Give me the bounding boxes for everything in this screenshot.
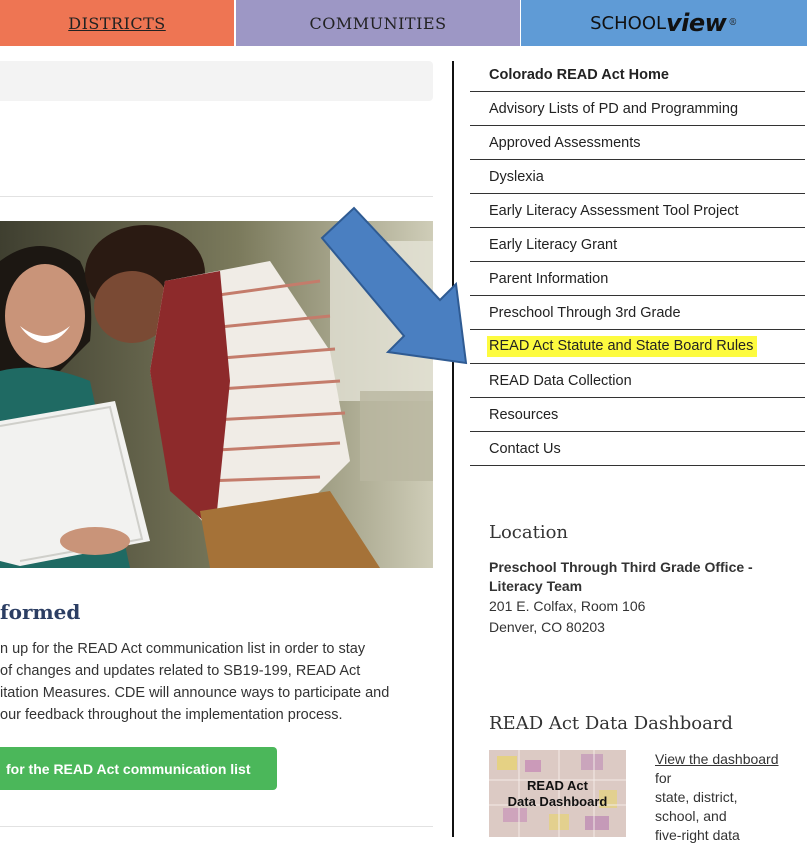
section-heading: formed	[0, 600, 81, 624]
sidebar-item-label: Dyslexia	[489, 168, 544, 185]
dashboard-desc-text: state, district,	[655, 789, 738, 805]
sidebar-item-statute-rules[interactable]: READ Act Statute and State Board Rules	[470, 330, 805, 364]
sidebar-item-label: Advisory Lists of PD and Programming	[489, 100, 739, 117]
sidebar-item-preschool[interactable]: Preschool Through 3rd Grade	[470, 296, 805, 330]
dashboard-desc-text: for	[655, 770, 672, 786]
sidebar-item-contact[interactable]: Contact Us	[470, 432, 805, 466]
tab-communities[interactable]: COMMUNITIES	[236, 0, 520, 46]
location-address-line: Denver, CO 80203	[489, 619, 605, 635]
hero-photo	[0, 221, 433, 568]
divider	[0, 826, 433, 827]
paragraph-line: our feedback throughout the implementati…	[0, 707, 343, 723]
sidebar-item-home[interactable]: Colorado READ Act Home	[470, 58, 805, 92]
dashboard-title: READ Act Data Dashboard	[489, 713, 733, 734]
sidebar-item-label: Colorado READ Act Home	[489, 66, 669, 83]
sidebar-item-data-collection[interactable]: READ Data Collection	[470, 364, 805, 398]
sidebar-item-parent-info[interactable]: Parent Information	[470, 262, 805, 296]
location-office: Preschool Through Third Grade Office - L…	[489, 559, 753, 594]
sidebar-item-label: Preschool Through 3rd Grade	[489, 304, 681, 321]
tab-districts[interactable]: DISTRICTS	[0, 0, 234, 46]
sidebar-item-label-highlighted: READ Act Statute and State Board Rules	[487, 336, 758, 357]
column-divider	[452, 61, 454, 837]
paragraph-line: n up for the READ Act communication list…	[0, 641, 366, 657]
dashboard-description: View the dashboard for state, district, …	[655, 750, 785, 845]
signup-button[interactable]: for the READ Act communication list	[0, 747, 277, 790]
schoolview-logo-prefix: SCHOOL	[590, 12, 667, 34]
registered-mark: ®	[728, 18, 738, 28]
sidebar-item-label: Approved Assessments	[489, 134, 641, 151]
sidebar-item-resources[interactable]: Resources	[470, 398, 805, 432]
paragraph-line: of changes and updates related to SB19-1…	[0, 663, 361, 679]
location-title: Location	[489, 522, 569, 543]
view-dashboard-link[interactable]: View the dashboard	[655, 751, 779, 767]
sidebar-item-assessment-tool[interactable]: Early Literacy Assessment Tool Project	[470, 194, 805, 228]
hero-photo-illustration	[0, 221, 433, 568]
sidebar-item-label: Contact Us	[489, 440, 561, 457]
dashboard-thumbnail-line: Data Dashboard	[507, 794, 608, 809]
dashboard-desc-text: five-right data	[655, 827, 740, 843]
sidebar-menu: Colorado READ Act Home Advisory Lists of…	[470, 58, 805, 466]
sidebar-item-label: Early Literacy Grant	[489, 236, 618, 253]
divider	[0, 196, 433, 197]
sidebar-item-label: READ Data Collection	[489, 372, 632, 389]
sidebar-item-literacy-grant[interactable]: Early Literacy Grant	[470, 228, 805, 262]
dashboard-desc-text: school, and	[655, 808, 727, 824]
sidebar-item-advisory-lists[interactable]: Advisory Lists of PD and Programming	[470, 92, 805, 126]
location-address-line: 201 E. Colfax, Room 106	[489, 598, 646, 614]
paragraph-line: itation Measures. CDE will announce ways…	[0, 685, 390, 701]
sidebar-item-label: Resources	[489, 406, 559, 423]
search-bar[interactable]	[0, 61, 433, 101]
dashboard-thumbnail[interactable]: READ Act Data Dashboard	[489, 750, 626, 837]
tab-schoolview[interactable]: SCHOOL view ®	[521, 0, 807, 46]
sidebar-item-label: Parent Information	[489, 270, 609, 287]
dashboard-thumbnail-line: READ Act	[527, 778, 588, 793]
top-nav: DISTRICTS COMMUNITIES SCHOOL view ®	[0, 0, 807, 46]
schoolview-logo-suffix: view	[666, 9, 727, 37]
sidebar-item-dyslexia[interactable]: Dyslexia	[470, 160, 805, 194]
sidebar-item-approved-assessments[interactable]: Approved Assessments	[470, 126, 805, 160]
dashboard-thumbnail-label: READ Act Data Dashboard	[489, 778, 626, 810]
sidebar-item-label: Early Literacy Assessment Tool Project	[489, 202, 739, 219]
